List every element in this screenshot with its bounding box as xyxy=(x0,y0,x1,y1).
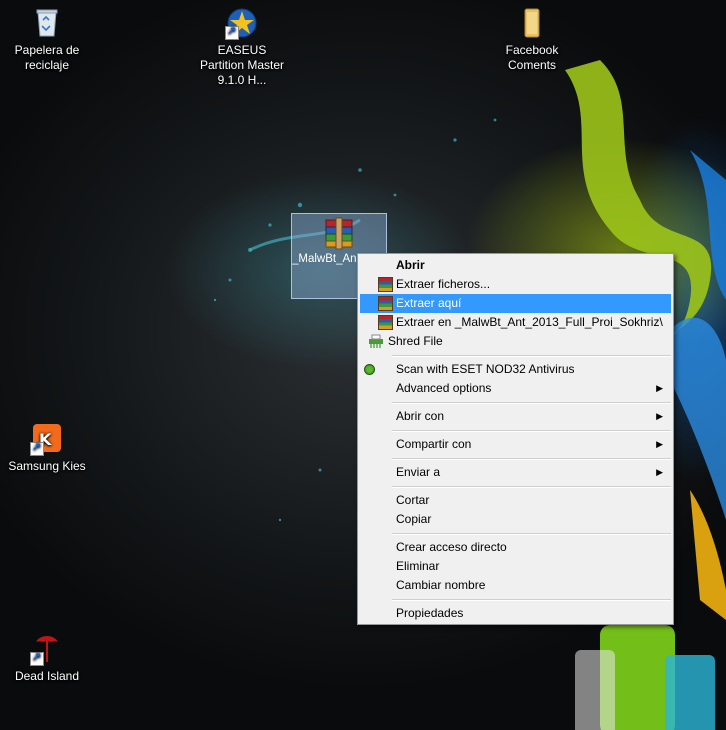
submenu-arrow-icon: ▶ xyxy=(656,383,663,393)
menu-item-compartir-con[interactable]: Compartir con ▶ xyxy=(360,435,671,454)
folder-icon xyxy=(515,6,549,40)
menu-item-cortar[interactable]: Cortar xyxy=(360,491,671,510)
menu-item-label: Propiedades xyxy=(396,606,464,620)
menu-item-extraer-en[interactable]: Extraer en _MalwBt_Ant_2013_Full_Proi_So… xyxy=(360,313,671,332)
easeus-partition-icon xyxy=(225,6,259,40)
menu-item-label: Compartir con xyxy=(396,437,472,451)
menu-separator xyxy=(392,486,671,488)
menu-separator xyxy=(392,402,671,404)
menu-item-label: Advanced options xyxy=(396,381,492,395)
menu-item-abrir[interactable]: Abrir xyxy=(360,256,671,275)
desktop-icon-label: Papelera de reciclaje xyxy=(14,43,80,72)
menu-item-label: Abrir xyxy=(396,258,425,272)
desktop-icon-easeus[interactable]: EASEUS Partition Master 9.1.0 H... xyxy=(197,6,287,88)
submenu-arrow-icon: ▶ xyxy=(656,439,663,449)
eset-icon xyxy=(364,364,375,375)
shortcut-arrow-icon xyxy=(225,24,239,40)
desktop-icon-dead-island[interactable]: Dead Island xyxy=(2,632,92,684)
submenu-arrow-icon: ▶ xyxy=(656,411,663,421)
desktop-icon-label: Samsung Kies xyxy=(8,459,86,473)
recycle-bin-icon xyxy=(30,6,64,40)
menu-item-shred-file[interactable]: Shred File xyxy=(360,332,671,351)
desktop-icon-label: EASEUS Partition Master 9.1.0 H... xyxy=(199,43,285,87)
samsung-kies-icon: K xyxy=(30,422,64,456)
desktop-icon-facebook-coments[interactable]: Facebook Coments xyxy=(487,6,577,73)
menu-item-label: Shred File xyxy=(388,334,443,348)
submenu-arrow-icon: ▶ xyxy=(656,467,663,477)
menu-separator xyxy=(392,533,671,535)
menu-item-label: Eliminar xyxy=(396,559,440,573)
menu-separator xyxy=(392,458,671,460)
menu-item-label: Enviar a xyxy=(396,465,441,479)
winrar-icon xyxy=(378,315,393,330)
menu-item-label: Extraer aquí xyxy=(396,296,462,310)
winrar-icon xyxy=(378,277,393,292)
context-menu: Abrir Extraer ficheros... Extraer aquí E… xyxy=(357,253,674,625)
menu-item-propiedades[interactable]: Propiedades xyxy=(360,604,671,623)
menu-item-extraer-aqui[interactable]: Extraer aquí xyxy=(360,294,671,313)
shortcut-arrow-icon xyxy=(30,650,44,666)
menu-item-enviar-a[interactable]: Enviar a ▶ xyxy=(360,463,671,482)
desktop-icon-label: Dead Island xyxy=(14,669,80,683)
menu-item-label: Crear acceso directo xyxy=(396,540,507,554)
shredder-icon xyxy=(368,334,384,349)
shortcut-arrow-icon xyxy=(30,440,44,456)
menu-item-cambiar-nombre[interactable]: Cambiar nombre xyxy=(360,576,671,595)
menu-separator xyxy=(392,355,671,357)
winrar-archive-icon xyxy=(322,216,356,250)
menu-item-label: Cambiar nombre xyxy=(396,578,486,592)
menu-item-label: Extraer ficheros... xyxy=(396,277,491,291)
winrar-icon xyxy=(378,296,393,311)
menu-item-crear-acceso-directo[interactable]: Crear acceso directo xyxy=(360,538,671,557)
menu-item-scan-eset[interactable]: Scan with ESET NOD32 Antivirus xyxy=(360,360,671,379)
desktop-icon-label: Facebook Coments xyxy=(505,43,559,72)
menu-separator xyxy=(392,599,671,601)
menu-item-advanced-options[interactable]: Advanced options ▶ xyxy=(360,379,671,398)
menu-item-extraer-ficheros[interactable]: Extraer ficheros... xyxy=(360,275,671,294)
menu-item-copiar[interactable]: Copiar xyxy=(360,510,671,529)
menu-item-eliminar[interactable]: Eliminar xyxy=(360,557,671,576)
desktop-icon-samsung-kies[interactable]: K Samsung Kies xyxy=(2,422,92,474)
desktop-icon-recycle-bin[interactable]: Papelera de reciclaje xyxy=(2,6,92,73)
menu-item-label: Copiar xyxy=(396,512,432,526)
menu-item-label: Cortar xyxy=(396,493,430,507)
menu-item-label: Extraer en _MalwBt_Ant_2013_Full_Proi_So… xyxy=(396,315,663,329)
dead-island-icon xyxy=(30,632,64,666)
menu-separator xyxy=(392,430,671,432)
menu-item-label: Scan with ESET NOD32 Antivirus xyxy=(396,362,575,376)
menu-item-label: Abrir con xyxy=(396,409,445,423)
menu-item-abrir-con[interactable]: Abrir con ▶ xyxy=(360,407,671,426)
